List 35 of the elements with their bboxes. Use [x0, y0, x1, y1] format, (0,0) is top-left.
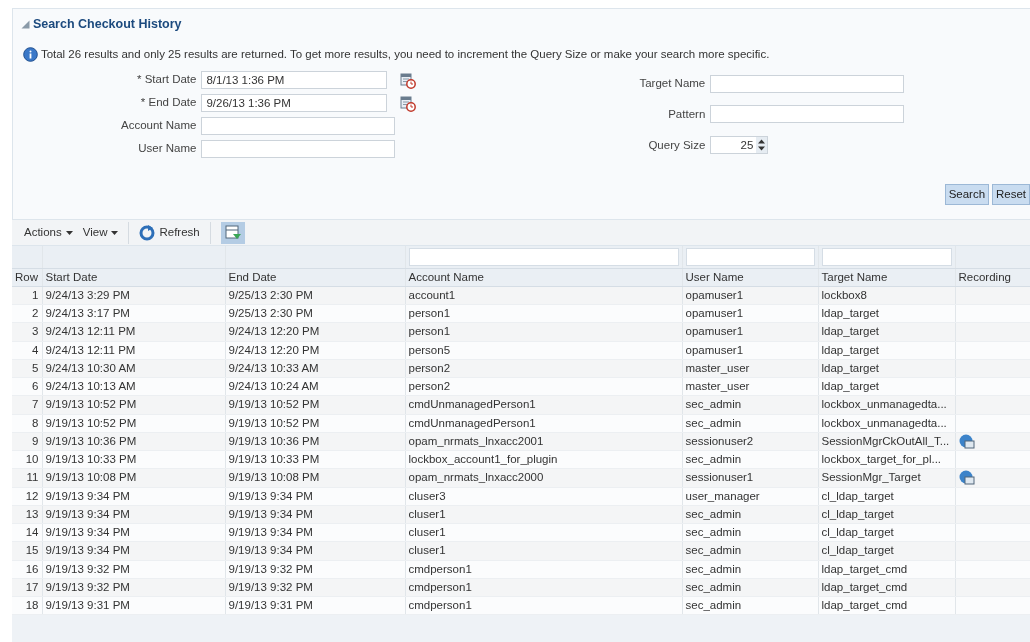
- input-field[interactable]: [201, 140, 396, 158]
- menu-button[interactable]: Actions: [24, 223, 73, 242]
- field-label: Query Size: [647, 137, 706, 153]
- filter-field[interactable]: [685, 247, 815, 266]
- menu-button[interactable]: View: [82, 223, 119, 242]
- field-label: User Name: [137, 141, 197, 157]
- search-form-button[interactable]: Reset: [991, 184, 1030, 206]
- field-label: * Start Date: [136, 72, 197, 88]
- calendar-clock-icon[interactable]: [400, 94, 418, 112]
- input-field[interactable]: [710, 105, 905, 124]
- field-label: Pattern: [667, 106, 706, 122]
- input-field[interactable]: [201, 117, 396, 135]
- query-by-example-icon[interactable]: [220, 221, 245, 244]
- filter-field[interactable]: [408, 247, 679, 266]
- search-form-button[interactable]: Search: [944, 184, 990, 206]
- spin-arrows-icon[interactable]: [756, 137, 768, 154]
- caret-icon: [111, 230, 119, 235]
- recording-icon[interactable]: [958, 433, 975, 450]
- refresh-button[interactable]: Refresh: [139, 223, 200, 242]
- input-field[interactable]: 9/26/13 1:36 PM: [201, 94, 388, 112]
- refresh-icon: [139, 224, 156, 241]
- info-icon: [23, 46, 38, 62]
- field-label: * End Date: [139, 95, 197, 111]
- recording-icon[interactable]: [958, 470, 975, 486]
- caret-icon: [65, 230, 73, 235]
- number-spinner[interactable]: 25: [710, 136, 769, 155]
- collapse-triangle-icon[interactable]: [21, 19, 30, 29]
- input-field[interactable]: [710, 74, 905, 93]
- calendar-clock-icon[interactable]: [400, 71, 418, 89]
- info-message: Total 26 results and only 25 results are returned. To get more results, you need to increment the Query Size or make your search more specific.: [40, 46, 770, 62]
- field-label: Account Name: [121, 118, 197, 134]
- panel-title: Search Checkout History: [32, 16, 182, 33]
- field-label: Target Name: [639, 76, 706, 92]
- filter-field[interactable]: [821, 247, 952, 266]
- input-field[interactable]: 8/1/13 1:36 PM: [201, 71, 388, 89]
